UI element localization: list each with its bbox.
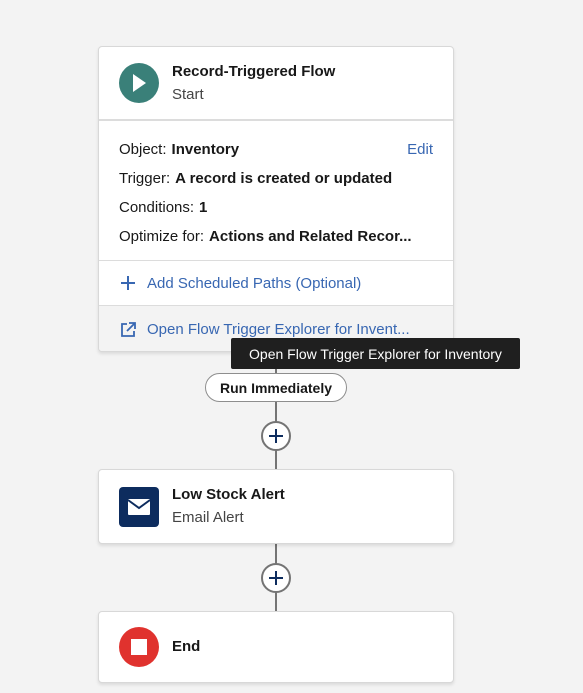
end-element-title: End xyxy=(172,638,201,655)
detail-row-optimize: Optimize for: Actions and Related Recor.… xyxy=(119,222,433,251)
detail-label: Optimize for: xyxy=(119,227,205,245)
open-flow-trigger-explorer-label: Open Flow Trigger Explorer for Invent... xyxy=(147,320,410,338)
detail-row-conditions: Conditions: 1 xyxy=(119,193,433,222)
detail-row-object: Object: Inventory Edit xyxy=(119,135,433,164)
detail-label: Conditions: xyxy=(119,198,195,216)
add-element-button[interactable] xyxy=(261,421,291,451)
end-element-card[interactable]: End xyxy=(98,611,454,683)
add-scheduled-paths-link[interactable]: Add Scheduled Paths (Optional) xyxy=(99,261,453,306)
add-element-button[interactable] xyxy=(261,563,291,593)
stop-icon xyxy=(119,627,159,667)
connector-line xyxy=(275,352,277,469)
email-element-subtitle: Email Alert xyxy=(172,509,244,526)
plus-icon xyxy=(119,274,137,292)
start-element-header[interactable]: Record-Triggered Flow Start xyxy=(99,47,453,121)
detail-value: Inventory xyxy=(171,140,240,158)
detail-value: 1 xyxy=(199,198,208,216)
play-icon xyxy=(119,63,159,103)
add-scheduled-paths-label: Add Scheduled Paths (Optional) xyxy=(147,274,362,292)
detail-value: Actions and Related Recor... xyxy=(209,227,412,245)
email-element-title: Low Stock Alert xyxy=(172,486,285,503)
email-alert-element-card[interactable]: Low Stock Alert Email Alert xyxy=(98,469,454,544)
start-element-details: Object: Inventory Edit Trigger: A record… xyxy=(99,121,453,261)
detail-label: Trigger: xyxy=(119,169,171,187)
edit-link[interactable]: Edit xyxy=(407,140,433,160)
path-label-badge: Run Immediately xyxy=(205,373,347,402)
detail-row-trigger: Trigger: A record is created or updated xyxy=(119,164,433,193)
envelope-icon xyxy=(119,486,159,527)
plus-icon xyxy=(269,571,283,585)
detail-label: Object: xyxy=(119,140,167,158)
tooltip: Open Flow Trigger Explorer for Inventory xyxy=(231,338,520,369)
start-element-card[interactable]: Record-Triggered Flow Start Object: Inve… xyxy=(98,46,454,352)
start-element-subtitle: Start xyxy=(172,85,204,103)
start-element-title: Record-Triggered Flow xyxy=(172,62,336,80)
detail-value: A record is created or updated xyxy=(175,169,393,187)
external-link-icon xyxy=(119,320,137,338)
plus-icon xyxy=(269,429,283,443)
